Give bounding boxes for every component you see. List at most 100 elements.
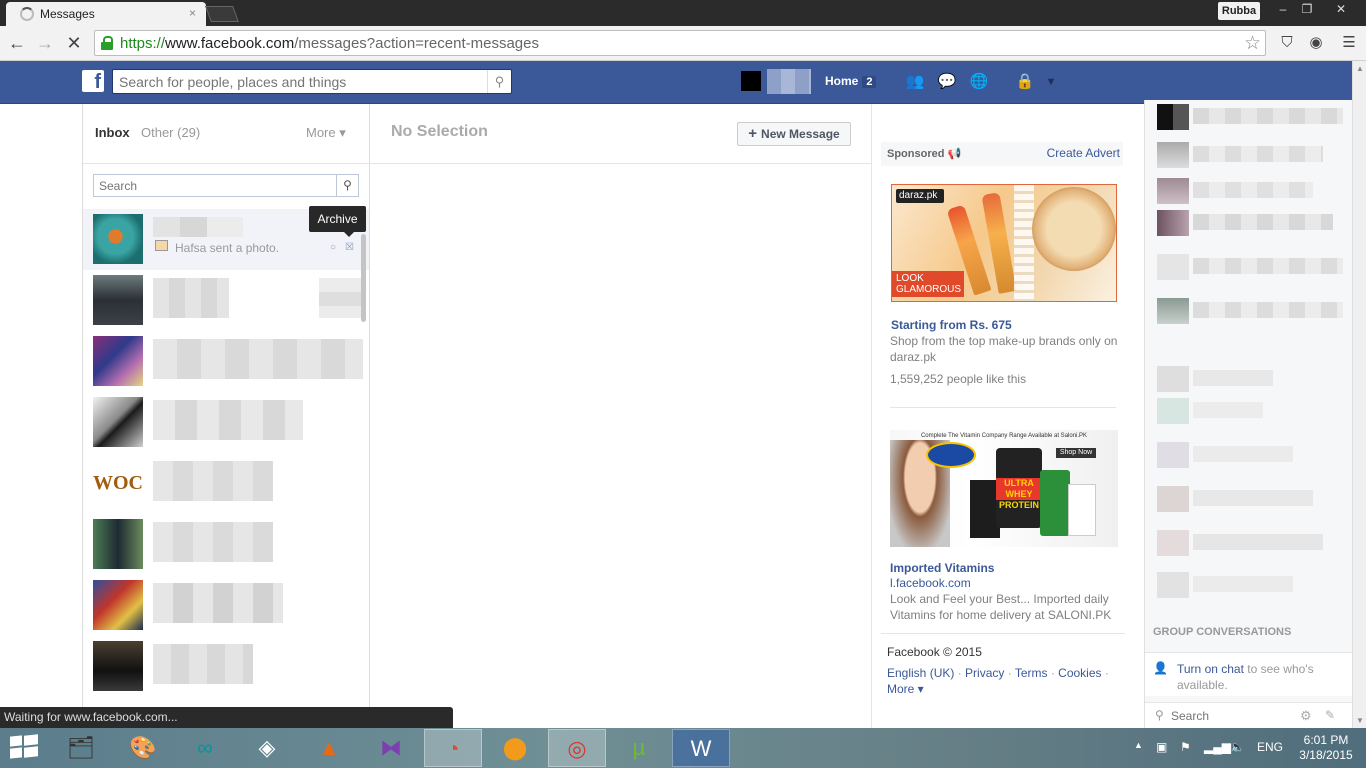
thread-list-scrollbar[interactable] bbox=[361, 234, 366, 322]
chat-contact[interactable] bbox=[1145, 208, 1353, 238]
facebook-search[interactable]: ⚲ bbox=[112, 69, 512, 94]
scroll-up-icon[interactable]: ▲ bbox=[1356, 64, 1364, 73]
bookmark-star-icon[interactable]: ☆ bbox=[1244, 32, 1261, 55]
chat-contact[interactable] bbox=[1145, 570, 1353, 600]
footer-more-link[interactable]: More ▾ bbox=[887, 682, 924, 696]
ad-title[interactable]: Starting from Rs. 675 bbox=[891, 318, 1012, 332]
paint-icon[interactable]: 🎨 bbox=[114, 729, 172, 767]
messages-icon[interactable]: 💬 bbox=[937, 73, 957, 91]
list-item[interactable] bbox=[83, 331, 369, 392]
tray-volume-icon[interactable]: 🔈 bbox=[1230, 740, 1245, 754]
chat-contact[interactable] bbox=[1145, 296, 1353, 326]
privacy-shortcuts-icon[interactable]: 🔒 bbox=[1015, 73, 1035, 91]
list-item[interactable] bbox=[83, 514, 369, 575]
chat-contact[interactable] bbox=[1145, 140, 1353, 170]
search-icon[interactable]: ⚲ bbox=[487, 70, 511, 93]
mark-read-icon[interactable]: ○ bbox=[330, 242, 336, 253]
footer-link-privacy[interactable]: Privacy bbox=[965, 666, 1004, 680]
media-player-icon[interactable]: ⬤ bbox=[486, 729, 544, 767]
shield-icon[interactable]: ⛉ bbox=[1276, 32, 1298, 54]
tray-flag-icon[interactable]: ⚑ bbox=[1180, 740, 1191, 754]
tray-language[interactable]: ENG bbox=[1257, 740, 1283, 754]
back-arrow-icon[interactable]: ← bbox=[6, 32, 28, 54]
list-item[interactable] bbox=[83, 392, 369, 453]
footer-link-cookies[interactable]: Cookies bbox=[1058, 666, 1101, 680]
chat-contact[interactable] bbox=[1145, 102, 1353, 132]
footer-link-language[interactable]: English (UK) bbox=[887, 666, 954, 680]
stop-icon[interactable]: ✕ bbox=[63, 32, 85, 54]
browser-tab-strip: Messages × Rubba – ❐ ✕ bbox=[0, 0, 1366, 26]
chat-contact[interactable] bbox=[1145, 252, 1353, 282]
chrome-icon[interactable]: ◎ bbox=[548, 729, 606, 767]
ad-image-makeup[interactable]: daraz.pk LOOK GLAMOROUS bbox=[891, 184, 1117, 302]
gear-icon[interactable]: ⚙ bbox=[1300, 708, 1312, 724]
scroll-down-icon[interactable]: ▼ bbox=[1356, 716, 1364, 725]
chat-contact[interactable] bbox=[1145, 528, 1353, 558]
menu-icon[interactable]: ☰ bbox=[1338, 32, 1360, 54]
footer-link-terms[interactable]: Terms bbox=[1015, 666, 1048, 680]
thread-search-input[interactable] bbox=[94, 175, 334, 196]
chat-contact[interactable] bbox=[1145, 364, 1353, 394]
search-icon[interactable]: ⚲ bbox=[336, 175, 358, 196]
thread-list-header: Inbox Other (29) More ▾ bbox=[83, 104, 370, 164]
inbox-tab[interactable]: Inbox bbox=[95, 125, 130, 140]
browser-user-button[interactable]: Rubba bbox=[1218, 2, 1260, 20]
tray-chevron-up-icon[interactable]: ▲ bbox=[1134, 740, 1143, 750]
chat-search[interactable]: ⚲ ⚙ ✎ bbox=[1145, 702, 1353, 728]
facebook-logo[interactable]: f bbox=[82, 70, 104, 93]
chat-contact[interactable] bbox=[1145, 396, 1353, 426]
compact-powder-shape bbox=[1032, 187, 1116, 271]
compose-icon[interactable]: ✎ bbox=[1325, 708, 1335, 722]
home-link[interactable]: Home 2 bbox=[825, 74, 877, 88]
turn-on-chat-link[interactable]: Turn on chat bbox=[1177, 662, 1244, 676]
tab-close-icon[interactable]: × bbox=[189, 6, 196, 20]
file-explorer-icon[interactable]: 🗂 bbox=[52, 729, 110, 767]
tray-device-icon[interactable]: ▣ bbox=[1156, 740, 1167, 754]
word-icon[interactable]: W bbox=[672, 729, 730, 767]
ad-domain[interactable]: l.facebook.com bbox=[890, 576, 971, 590]
ad-image-vitamins[interactable]: Complete The Vitamin Company Range Avail… bbox=[890, 430, 1118, 547]
sponsored-label: Sponsored 📢 bbox=[887, 148, 962, 160]
arduino-icon[interactable]: ∞ bbox=[176, 729, 234, 767]
page-scrollbar[interactable]: ▲ ▼ bbox=[1352, 61, 1366, 728]
ad-title[interactable]: Imported Vitamins bbox=[890, 561, 994, 575]
utorrent-icon[interactable]: µ bbox=[610, 729, 668, 767]
browser-tab-messages[interactable]: Messages × bbox=[6, 2, 206, 26]
friend-requests-icon[interactable]: 👥 bbox=[905, 73, 925, 91]
unity-icon[interactable]: ◈ bbox=[238, 729, 296, 767]
account-menu-chevron-down-icon[interactable]: ▼ bbox=[1041, 73, 1061, 91]
avatar[interactable] bbox=[741, 71, 761, 91]
chat-contact[interactable] bbox=[1145, 440, 1353, 470]
window-close-button[interactable]: ✕ bbox=[1326, 0, 1356, 20]
list-item[interactable] bbox=[83, 270, 369, 331]
list-item[interactable] bbox=[83, 575, 369, 636]
redacted-name bbox=[153, 644, 253, 684]
profile-name-redacted[interactable] bbox=[767, 69, 811, 94]
chat-search-input[interactable] bbox=[1171, 707, 1291, 725]
more-dropdown[interactable]: More ▾ bbox=[306, 125, 346, 141]
windows-start-icon[interactable] bbox=[10, 734, 38, 760]
archive-icon[interactable]: ☒ bbox=[345, 242, 354, 253]
create-advert-link[interactable]: Create Advert bbox=[1047, 146, 1120, 160]
thread-search[interactable]: ⚲ bbox=[93, 174, 359, 197]
address-bar[interactable]: https://www.facebook.com/messages?action… bbox=[94, 30, 1266, 56]
list-item[interactable] bbox=[83, 636, 369, 697]
matlab-icon[interactable]: ▲ bbox=[300, 729, 358, 767]
app-running-icon[interactable]: ◔ bbox=[424, 729, 482, 767]
avatar bbox=[1157, 398, 1189, 424]
forward-arrow-icon[interactable]: → bbox=[34, 32, 56, 54]
new-tab-button[interactable] bbox=[205, 6, 239, 22]
lock-icon bbox=[101, 36, 113, 50]
chat-contact[interactable] bbox=[1145, 484, 1353, 514]
tray-clock[interactable]: 6:01 PM 3/18/2015 bbox=[1296, 733, 1356, 763]
notifications-globe-icon[interactable]: 🌐 bbox=[969, 73, 989, 91]
window-restore-button[interactable]: ❐ bbox=[1292, 0, 1322, 20]
list-item[interactable]: WOC bbox=[83, 453, 369, 514]
extension-icon[interactable]: ◉ bbox=[1305, 32, 1327, 54]
visual-studio-icon[interactable]: ⧓ bbox=[362, 729, 420, 767]
new-message-button[interactable]: + New Message bbox=[737, 122, 851, 146]
tray-signal-icon[interactable]: ▂▄▆ bbox=[1204, 740, 1231, 754]
facebook-search-input[interactable] bbox=[113, 70, 483, 93]
chat-contact[interactable] bbox=[1145, 176, 1353, 206]
other-tab[interactable]: Other (29) bbox=[141, 125, 200, 140]
